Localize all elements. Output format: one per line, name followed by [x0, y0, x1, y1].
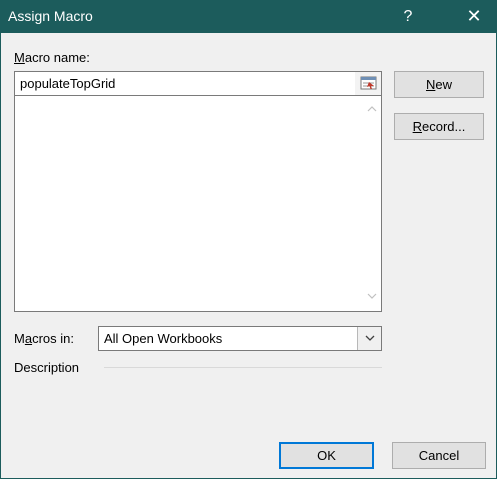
window-title: Assign Macro: [8, 8, 93, 24]
collapse-dialog-icon: [360, 76, 377, 90]
scroll-up-icon[interactable]: [367, 104, 377, 114]
macros-in-label: Macros in:: [14, 331, 74, 346]
macros-in-value: All Open Workbooks: [104, 331, 223, 346]
macro-name-input[interactable]: populateTopGrid: [14, 71, 382, 96]
chevron-down-icon: [365, 335, 375, 341]
macro-list[interactable]: [14, 96, 382, 312]
new-button[interactable]: New: [394, 71, 484, 98]
collapse-dialog-button[interactable]: [355, 72, 381, 95]
macros-in-dropdown-button[interactable]: [357, 327, 381, 350]
ok-button[interactable]: OK: [279, 442, 374, 469]
description-divider: [104, 367, 382, 368]
macro-name-label: Macro name:: [14, 50, 90, 65]
cancel-button[interactable]: Cancel: [392, 442, 486, 469]
title-bar[interactable]: Assign Macro ? ✕: [0, 0, 497, 33]
help-button[interactable]: ?: [385, 0, 431, 33]
macros-in-select[interactable]: All Open Workbooks: [98, 326, 382, 351]
close-button[interactable]: ✕: [451, 0, 497, 33]
scroll-down-icon[interactable]: [367, 291, 377, 301]
record-button[interactable]: Record...: [394, 113, 484, 140]
macro-list-scrollbar[interactable]: [363, 96, 381, 311]
description-label: Description: [14, 360, 80, 375]
close-icon: ✕: [466, 6, 482, 26]
